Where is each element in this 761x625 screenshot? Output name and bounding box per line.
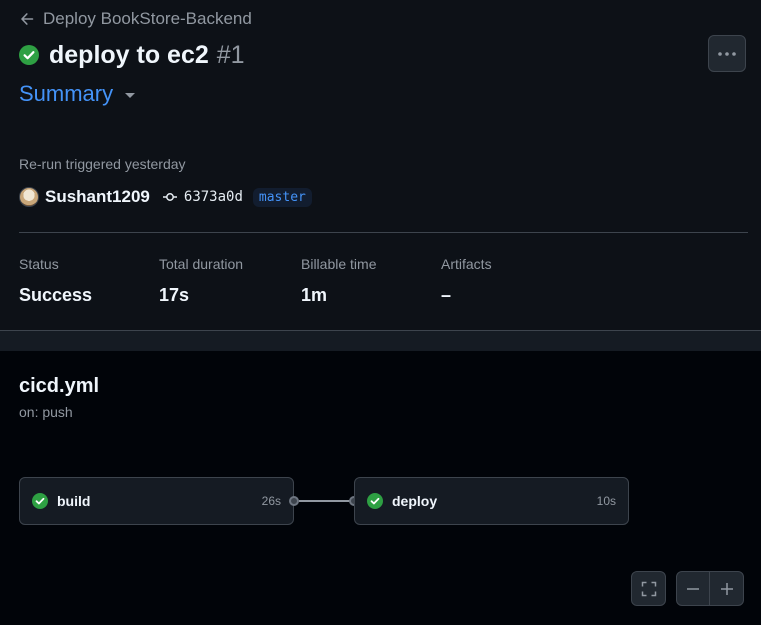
summary-label[interactable]: Summary <box>19 81 113 107</box>
screen-full-icon <box>641 581 656 596</box>
run-title-row: deploy to ec2 #1 <box>19 38 245 72</box>
zoom-out-button[interactable] <box>676 571 710 606</box>
section-gap <box>0 331 761 351</box>
job-card-deploy[interactable]: deploy 10s <box>354 477 629 525</box>
check-circle-fill-icon <box>32 493 48 509</box>
check-circle-fill-icon <box>367 493 383 509</box>
job-connector <box>299 500 350 502</box>
back-link-label[interactable]: Deploy BookStore-Backend <box>43 9 252 29</box>
job-name[interactable]: build <box>57 493 262 509</box>
kebab-horizontal-icon <box>718 51 736 56</box>
divider <box>19 232 748 233</box>
page-title: deploy to ec2 <box>49 40 209 69</box>
workflow-file-name: cicd.yml <box>19 375 100 397</box>
job-duration: 10s <box>596 494 616 508</box>
git-commit-icon <box>162 193 177 201</box>
job-card-build[interactable]: build 26s <box>19 477 294 525</box>
run-number: #1 <box>216 40 245 69</box>
stat-artifacts-value: – <box>441 285 452 305</box>
check-circle-fill-icon <box>19 45 39 65</box>
stat-status-label: Status <box>19 256 59 272</box>
arrow-left-icon <box>21 13 34 25</box>
avatar[interactable] <box>19 187 39 207</box>
run-summary-panel: Deploy BookStore-Backend deploy to ec2 #… <box>0 0 761 330</box>
summary-dropdown[interactable]: Summary <box>19 80 136 108</box>
triangle-down-icon <box>125 92 136 98</box>
stat-artifacts-label: Artifacts <box>441 256 492 272</box>
back-link[interactable]: Deploy BookStore-Backend <box>19 8 252 30</box>
dash-icon <box>687 587 699 590</box>
fullscreen-button[interactable] <box>631 571 666 606</box>
branch-badge[interactable]: master <box>252 187 312 207</box>
stat-billable-time-label: Billable time <box>301 256 377 272</box>
plus-icon <box>720 582 733 595</box>
stat-status-value: Success <box>19 285 93 305</box>
actor-link[interactable]: Sushant1209 <box>45 187 150 207</box>
commit-sha-link[interactable]: 6373a0d <box>184 189 243 205</box>
job-duration: 26s <box>261 494 281 508</box>
trigger-text: Re-run triggered yesterday <box>19 156 186 172</box>
more-options-button[interactable] <box>708 35 746 72</box>
stat-total-duration-label: Total duration <box>159 256 244 272</box>
job-name[interactable]: deploy <box>392 493 597 509</box>
connector-start-dot <box>289 496 299 506</box>
workflow-trigger: on: push <box>19 404 73 420</box>
stat-total-duration-value: 17s <box>159 285 190 305</box>
stat-billable-time-value: 1m <box>301 285 328 305</box>
zoom-in-button[interactable] <box>709 571 744 606</box>
run-actor-row: Sushant1209 6373a0d master <box>19 186 312 208</box>
